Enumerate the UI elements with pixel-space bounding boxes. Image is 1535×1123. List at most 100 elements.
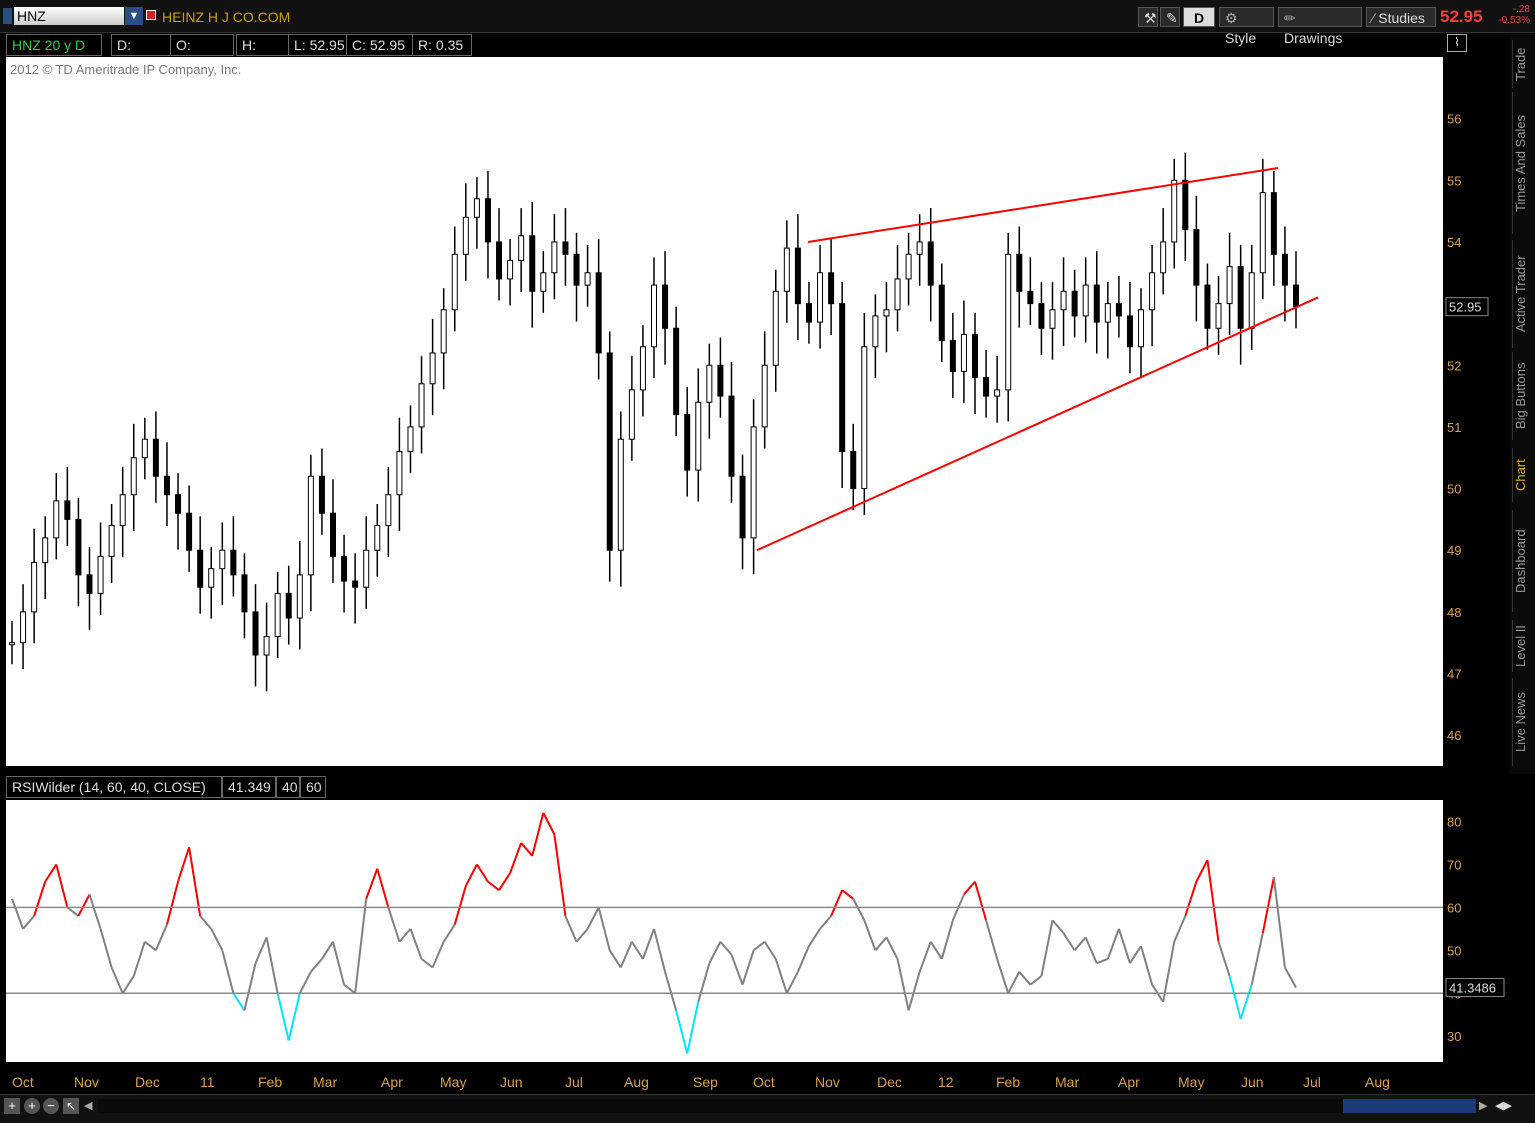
price-candle: [684, 414, 691, 471]
price-candle: [1182, 179, 1189, 231]
price-candle: [42, 537, 49, 564]
price-candle: [651, 284, 657, 348]
price-candle: [86, 574, 93, 594]
price-candle: [429, 352, 436, 385]
price-candle: [972, 333, 978, 379]
price-candle: [828, 272, 835, 305]
rsi-y-tick: 80: [1447, 814, 1461, 829]
scrollbar-track[interactable]: [98, 1099, 1476, 1113]
price-candle: [473, 198, 480, 218]
price-candle: [197, 549, 204, 588]
side-tab-chart[interactable]: Chart: [1512, 448, 1535, 502]
side-tab-active-trader[interactable]: Active Trader: [1512, 240, 1535, 348]
price-candle: [1027, 290, 1034, 305]
price-candle: [507, 259, 514, 280]
price-candle: [484, 198, 491, 243]
price-candle: [20, 611, 27, 644]
zoom-in-icon[interactable]: +: [24, 1098, 40, 1114]
price-candle: [1259, 192, 1266, 274]
price-candle: [739, 475, 746, 539]
price-candle: [894, 278, 901, 311]
price-candle: [927, 241, 934, 286]
price-candle: [53, 500, 60, 539]
price-candle: [805, 303, 812, 323]
price-candle: [1115, 303, 1122, 317]
side-tab-level-ii[interactable]: Level II: [1512, 620, 1535, 672]
price-candle: [1138, 309, 1145, 348]
x-month-label: Nov: [74, 1074, 99, 1090]
scrollbar-thumb[interactable]: [1343, 1099, 1476, 1113]
x-month-label: May: [1178, 1074, 1204, 1090]
price-candle: [175, 494, 182, 514]
price-candle: [983, 377, 990, 397]
price-candle: [883, 309, 890, 317]
last-price-label: 52.95: [1449, 300, 1482, 315]
price-candle: [186, 512, 193, 551]
price-candle: [706, 364, 713, 403]
price-candle: [1149, 272, 1156, 311]
price-candle: [1248, 272, 1255, 329]
side-tab-big-buttons[interactable]: Big Buttons: [1512, 352, 1535, 440]
price-y-tick: 56: [1447, 112, 1461, 127]
price-candle: [230, 549, 237, 576]
price-candle: [1016, 253, 1023, 292]
rsi-last-label: 41.3486: [1449, 980, 1496, 995]
price-candle: [75, 518, 82, 576]
price-candle: [916, 241, 923, 255]
zoom-out-icon[interactable]: −: [43, 1098, 59, 1114]
crosshair-icon[interactable]: +: [4, 1098, 20, 1114]
price-candle: [285, 592, 292, 619]
price-candle: [772, 290, 779, 366]
price-candle: [318, 475, 325, 514]
price-y-tick: 52: [1447, 358, 1461, 373]
price-candle: [673, 327, 680, 416]
side-tab-live-news[interactable]: Live News: [1512, 678, 1535, 766]
price-candle: [374, 525, 381, 551]
price-candle: [1005, 253, 1012, 391]
price-candle: [108, 525, 115, 557]
price-candle: [994, 389, 1001, 397]
expand-icon[interactable]: ◀▶: [1495, 1098, 1512, 1114]
price-candle: [1226, 266, 1233, 305]
price-candle: [1193, 229, 1200, 286]
rsi-study-name[interactable]: RSIWilder (14, 60, 40, CLOSE): [6, 776, 222, 798]
price-candle: [440, 309, 447, 354]
price-candle: [850, 451, 857, 490]
x-month-label: Mar: [1055, 1074, 1079, 1090]
price-candle: [385, 494, 392, 527]
price-candle: [1204, 284, 1211, 329]
price-candle: [606, 352, 613, 551]
price-y-tick: 49: [1447, 543, 1461, 558]
price-candle: [949, 340, 956, 372]
x-month-label: Jun: [500, 1074, 523, 1090]
x-month-label: Jul: [1303, 1074, 1321, 1090]
price-candle: [263, 636, 270, 656]
price-candle: [141, 438, 148, 459]
bottom-toolbar: + + − ↖ ◀ ▶ ◀▶: [0, 1094, 1535, 1123]
price-candle: [352, 580, 359, 588]
side-tab-dashboard[interactable]: Dashboard: [1512, 510, 1535, 612]
price-candle: [1104, 303, 1111, 323]
price-candle: [1060, 290, 1067, 311]
price-y-tick: 55: [1447, 173, 1461, 188]
price-candle: [617, 438, 624, 551]
price-candle: [1160, 241, 1167, 274]
x-month-label: Sep: [693, 1074, 718, 1090]
price-candle: [496, 241, 503, 280]
price-candle: [628, 389, 635, 440]
price-candle: [152, 438, 159, 477]
side-tab-times-and-sales[interactable]: Times And Sales: [1512, 92, 1535, 234]
price-candle: [407, 426, 414, 453]
pointer-icon[interactable]: ↖: [63, 1098, 79, 1114]
side-tab-trade[interactable]: Trade: [1512, 40, 1535, 88]
scroll-right-icon[interactable]: ▶: [1479, 1098, 1491, 1114]
scroll-left-icon[interactable]: ◀: [84, 1098, 96, 1114]
price-candle: [562, 241, 569, 255]
x-month-label: Jun: [1241, 1074, 1264, 1090]
price-candle: [750, 426, 757, 539]
price-candle: [717, 364, 724, 397]
price-candle: [728, 395, 735, 477]
price-candle: [130, 457, 137, 496]
rsi-high-level: 60: [300, 776, 326, 798]
price-candle: [241, 574, 248, 613]
